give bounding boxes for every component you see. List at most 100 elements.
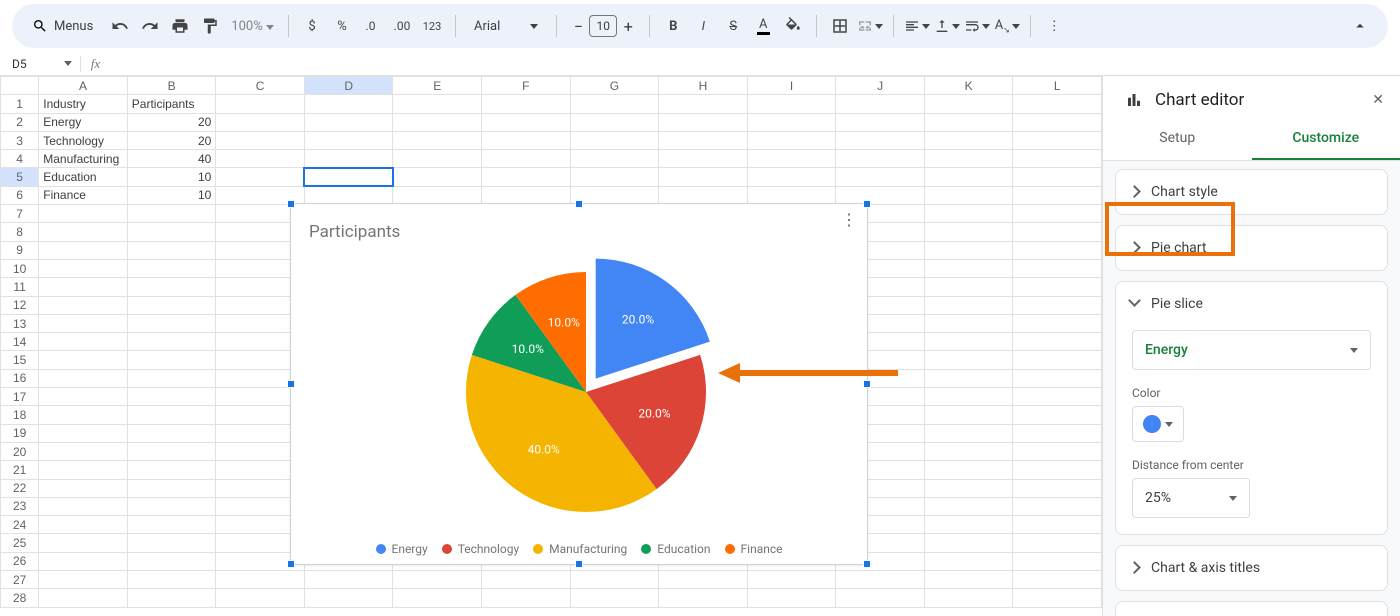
cell-H27[interactable] xyxy=(659,571,748,589)
cell-A20[interactable] xyxy=(39,442,128,460)
cell-A26[interactable] xyxy=(39,552,128,570)
cell-K3[interactable] xyxy=(924,131,1013,149)
cell-C4[interactable] xyxy=(216,150,305,168)
cell-L13[interactable] xyxy=(1013,314,1102,332)
cell-C3[interactable] xyxy=(216,131,305,149)
row-header-25[interactable]: 25 xyxy=(1,534,39,552)
cell-L20[interactable] xyxy=(1013,442,1102,460)
row-header-2[interactable]: 2 xyxy=(1,113,39,131)
cell-L26[interactable] xyxy=(1013,552,1102,570)
row-header-7[interactable]: 7 xyxy=(1,205,39,223)
section-chart-axis-titles[interactable]: Chart & axis titles xyxy=(1116,546,1387,590)
cell-G27[interactable] xyxy=(570,571,659,589)
cell-K10[interactable] xyxy=(924,259,1013,277)
cell-A14[interactable] xyxy=(39,333,128,351)
cell-D27[interactable] xyxy=(304,571,393,589)
cell-H6[interactable] xyxy=(659,186,748,204)
col-header-A[interactable]: A xyxy=(39,77,128,95)
cell-A12[interactable] xyxy=(39,296,128,314)
italic-button[interactable]: I xyxy=(690,13,716,39)
slice-select-dropdown[interactable]: Energy xyxy=(1132,330,1371,370)
col-header-B[interactable]: B xyxy=(127,77,216,95)
cell-L19[interactable] xyxy=(1013,424,1102,442)
row-header-3[interactable]: 3 xyxy=(1,131,39,149)
cell-G6[interactable] xyxy=(570,186,659,204)
row-header-28[interactable]: 28 xyxy=(1,589,39,607)
cell-A27[interactable] xyxy=(39,571,128,589)
section-chart-style[interactable]: Chart style xyxy=(1116,170,1387,214)
overflow-menu[interactable]: ⋮ xyxy=(1041,13,1067,39)
cell-I6[interactable] xyxy=(747,186,836,204)
cell-L2[interactable] xyxy=(1013,113,1102,131)
col-header-L[interactable]: L xyxy=(1013,77,1102,95)
cell-F4[interactable] xyxy=(482,150,571,168)
row-header-16[interactable]: 16 xyxy=(1,369,39,387)
cell-A18[interactable] xyxy=(39,406,128,424)
cell-D3[interactable] xyxy=(304,131,393,149)
wrap-button[interactable] xyxy=(964,13,990,39)
cell-A19[interactable] xyxy=(39,424,128,442)
row-header-5[interactable]: 5 xyxy=(1,168,39,186)
cell-B4[interactable]: 40 xyxy=(127,150,216,168)
fill-color-button[interactable] xyxy=(780,13,806,39)
distance-dropdown[interactable]: 25% xyxy=(1132,478,1250,518)
cell-A6[interactable]: Finance xyxy=(39,186,128,204)
cell-B9[interactable] xyxy=(127,241,216,259)
cell-L16[interactable] xyxy=(1013,369,1102,387)
cell-B25[interactable] xyxy=(127,534,216,552)
cell-K16[interactable] xyxy=(924,369,1013,387)
cell-K12[interactable] xyxy=(924,296,1013,314)
cell-D2[interactable] xyxy=(304,113,393,131)
cell-H1[interactable] xyxy=(659,95,748,113)
cell-C28[interactable] xyxy=(216,589,305,607)
legend-item-energy[interactable]: Energy xyxy=(376,542,428,556)
cell-L25[interactable] xyxy=(1013,534,1102,552)
cell-K14[interactable] xyxy=(924,333,1013,351)
cell-K26[interactable] xyxy=(924,552,1013,570)
cell-L14[interactable] xyxy=(1013,333,1102,351)
cell-B24[interactable] xyxy=(127,516,216,534)
cell-B23[interactable] xyxy=(127,497,216,515)
number-format-button[interactable]: 123 xyxy=(419,13,445,39)
cell-L7[interactable] xyxy=(1013,205,1102,223)
cell-F27[interactable] xyxy=(482,571,571,589)
cell-I2[interactable] xyxy=(747,113,836,131)
row-header-19[interactable]: 19 xyxy=(1,424,39,442)
merge-button[interactable] xyxy=(857,13,883,39)
decrease-font-size-button[interactable]: − xyxy=(567,14,589,38)
cell-D28[interactable] xyxy=(304,589,393,607)
row-header-24[interactable]: 24 xyxy=(1,516,39,534)
cell-L3[interactable] xyxy=(1013,131,1102,149)
cell-G2[interactable] xyxy=(570,113,659,131)
cell-L9[interactable] xyxy=(1013,241,1102,259)
cell-A5[interactable]: Education xyxy=(39,168,128,186)
cell-L21[interactable] xyxy=(1013,461,1102,479)
cell-B6[interactable]: 10 xyxy=(127,186,216,204)
cell-H4[interactable] xyxy=(659,150,748,168)
print-button[interactable] xyxy=(167,13,193,39)
cell-C2[interactable] xyxy=(216,113,305,131)
cell-L17[interactable] xyxy=(1013,388,1102,406)
cell-B15[interactable] xyxy=(127,351,216,369)
cell-K9[interactable] xyxy=(924,241,1013,259)
cell-J6[interactable] xyxy=(836,186,925,204)
cell-J5[interactable] xyxy=(836,168,925,186)
cell-L1[interactable] xyxy=(1013,95,1102,113)
cell-F3[interactable] xyxy=(482,131,571,149)
redo-button[interactable] xyxy=(137,13,163,39)
cell-A9[interactable] xyxy=(39,241,128,259)
cell-K22[interactable] xyxy=(924,479,1013,497)
cell-A25[interactable] xyxy=(39,534,128,552)
increase-font-size-button[interactable]: + xyxy=(617,14,639,38)
cell-G1[interactable] xyxy=(570,95,659,113)
cell-A13[interactable] xyxy=(39,314,128,332)
cell-L15[interactable] xyxy=(1013,351,1102,369)
cell-L4[interactable] xyxy=(1013,150,1102,168)
col-header-H[interactable]: H xyxy=(659,77,748,95)
cell-B7[interactable] xyxy=(127,205,216,223)
cell-A23[interactable] xyxy=(39,497,128,515)
cell-L8[interactable] xyxy=(1013,223,1102,241)
slice-color-picker[interactable] xyxy=(1132,406,1184,442)
row-header-17[interactable]: 17 xyxy=(1,388,39,406)
cell-L12[interactable] xyxy=(1013,296,1102,314)
